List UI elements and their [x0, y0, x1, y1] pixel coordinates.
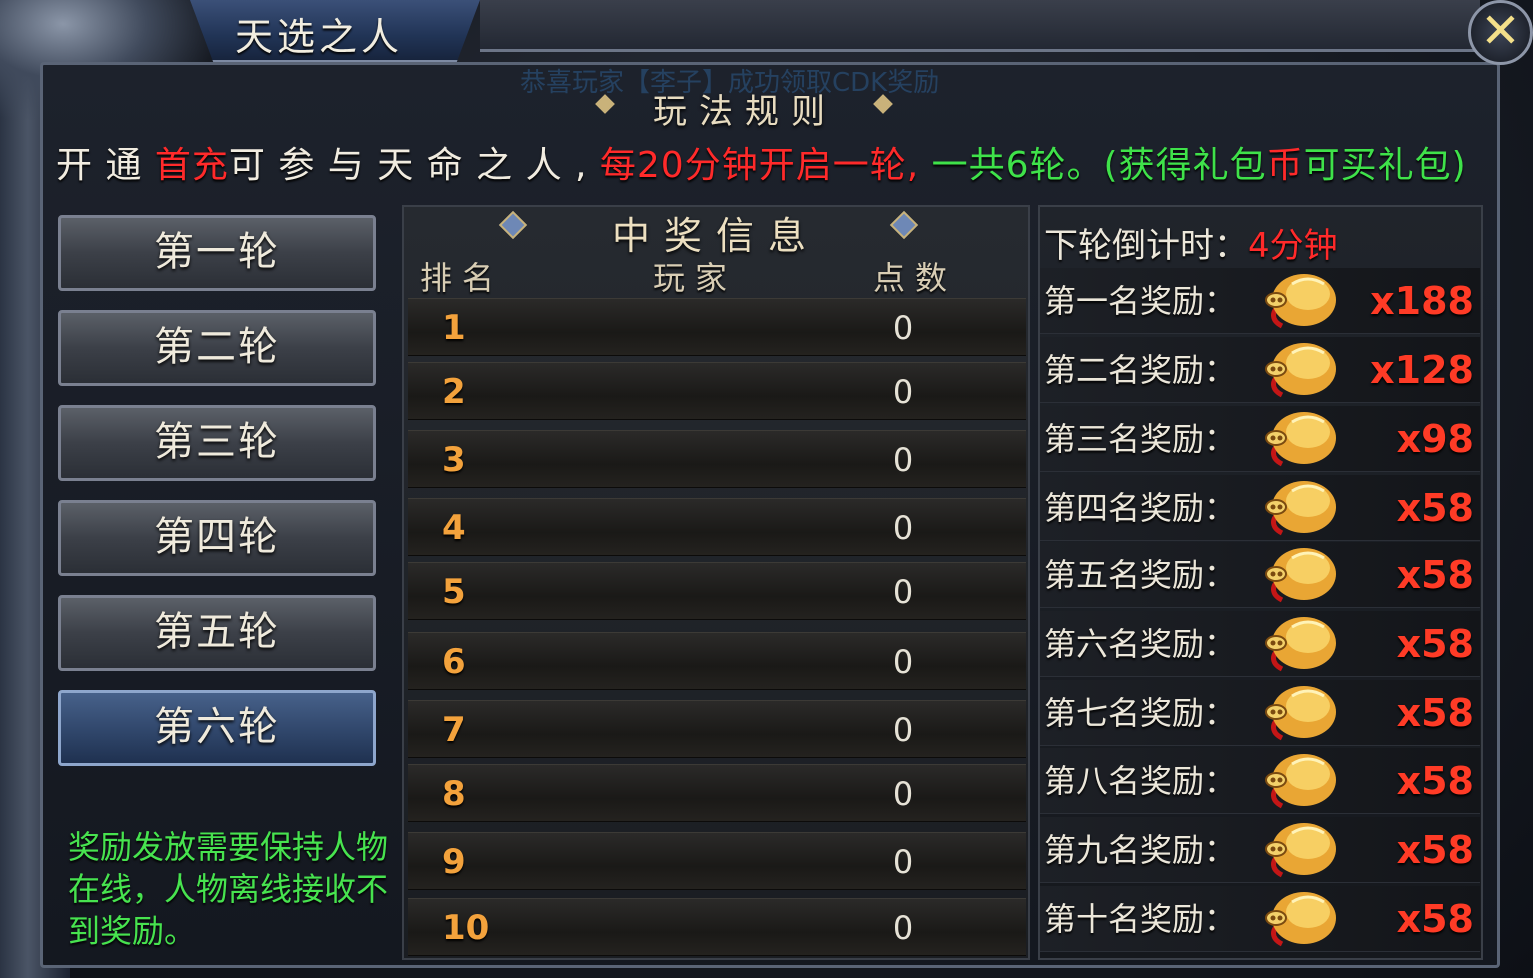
reward-quantity: x58: [1396, 691, 1474, 735]
reward-label: 第二名奖励：: [1044, 351, 1237, 389]
round-button-5[interactable]: 第五轮: [58, 595, 376, 671]
reward-label: 第七名奖励：: [1044, 694, 1237, 732]
winners-title: 中奖信息: [611, 214, 820, 258]
rules-text-segment: 开 通: [56, 145, 155, 186]
table-row: 40: [408, 498, 1026, 556]
round-button-2[interactable]: 第二轮: [58, 310, 376, 386]
reward-row: 第二名奖励： x128: [1040, 337, 1480, 403]
round-button-3[interactable]: 第三轮: [58, 405, 376, 481]
reward-quantity: x58: [1396, 759, 1474, 803]
points-cell: 0: [892, 775, 914, 813]
points-cell: 0: [892, 509, 914, 547]
round-button-6[interactable]: 第六轮: [58, 690, 376, 766]
points-cell: 0: [892, 643, 914, 681]
points-cell: 0: [892, 573, 914, 611]
table-row: 10 0: [408, 898, 1026, 956]
rank-cell: 9: [442, 842, 466, 882]
rules-text-segment: 可买礼包): [1303, 145, 1467, 186]
rank-cell: 6: [442, 642, 466, 682]
reward-note: 奖励发放需要保持人物在线，人物离线接收不到奖励。: [68, 828, 389, 950]
rank-cell: 5: [442, 572, 466, 612]
gold-pouch-icon[interactable]: [1252, 408, 1344, 470]
reward-row: 第三名奖励： x98: [1040, 406, 1480, 472]
reward-row: 第八名奖励： x58: [1040, 748, 1480, 814]
rank-cell: 4: [442, 508, 466, 548]
rank-cell: 1: [442, 308, 466, 348]
table-row: 50: [408, 562, 1026, 620]
table-row: 30: [408, 430, 1026, 488]
reward-label: 第一名奖励：: [1044, 282, 1237, 320]
rules-text-segment: 币: [1266, 145, 1304, 186]
reward-row: 第九名奖励： x58: [1040, 817, 1480, 883]
reward-label: 第六名奖励：: [1044, 625, 1237, 663]
points-cell: 0: [892, 373, 914, 411]
reward-quantity: x58: [1396, 486, 1474, 530]
gold-pouch-icon[interactable]: [1252, 544, 1344, 606]
table-row: 20: [408, 362, 1026, 420]
gold-pouch-icon[interactable]: [1252, 682, 1344, 744]
table-row: 10: [408, 298, 1026, 356]
reward-quantity: x58: [1396, 553, 1474, 597]
close-button[interactable]: ✕: [1468, 0, 1533, 65]
countdown: 下轮倒计时：4分钟: [1044, 218, 1338, 267]
reward-label: 第五名奖励：: [1044, 556, 1237, 594]
points-cell: 0: [892, 843, 914, 881]
table-row: 90: [408, 832, 1026, 890]
column-header-rank: 排名: [420, 259, 505, 297]
countdown-value: 4分钟: [1248, 226, 1338, 266]
rules-text-segment: 每20分钟开启一轮,: [599, 145, 920, 186]
reward-quantity: x58: [1396, 622, 1474, 666]
reward-label: 第十名奖励：: [1044, 900, 1237, 938]
rules-description: 开 通 首充可 参 与 天 命 之 人 , 每20分钟开启一轮, 一共6轮。(获…: [56, 136, 1467, 188]
gold-pouch-icon[interactable]: [1252, 613, 1344, 675]
table-row: 80: [408, 764, 1026, 822]
gold-pouch-icon[interactable]: [1252, 477, 1344, 539]
reward-row: 第五名奖励： x58: [1040, 542, 1480, 608]
rules-text-segment: 一共6轮。(获得礼包: [919, 145, 1267, 186]
column-header-player: 玩家: [653, 259, 738, 297]
window-title: 天选之人: [235, 15, 404, 59]
reward-label: 第四名奖励：: [1044, 489, 1237, 527]
round-button-1[interactable]: 第一轮: [58, 215, 376, 291]
rank-cell: 7: [442, 710, 466, 750]
reward-row: 第十名奖励： x58: [1040, 886, 1480, 952]
rank-cell: 2: [442, 372, 466, 412]
reward-quantity: x128: [1370, 348, 1474, 392]
round-button-4[interactable]: 第四轮: [58, 500, 376, 576]
rules-text-segment: 首充: [154, 145, 229, 186]
points-cell: 0: [892, 441, 914, 479]
reward-row: 第一名奖励： x188: [1040, 268, 1480, 334]
reward-label: 第九名奖励：: [1044, 831, 1237, 869]
gold-pouch-icon[interactable]: [1252, 888, 1344, 950]
reward-label: 第三名奖励：: [1044, 420, 1237, 458]
table-row: 60: [408, 632, 1026, 690]
reward-row: 第四名奖励： x58: [1040, 475, 1480, 541]
reward-quantity: x58: [1396, 897, 1474, 941]
reward-quantity: x188: [1370, 279, 1474, 323]
points-cell: 0: [892, 711, 914, 749]
reward-quantity: x98: [1396, 417, 1474, 461]
rank-cell: 3: [442, 440, 466, 480]
points-cell: 0: [892, 909, 914, 947]
rules-text-segment: 可 参 与 天 命 之 人 ,: [228, 145, 600, 186]
reward-row: 第六名奖励： x58: [1040, 611, 1480, 677]
countdown-label: 下轮倒计时：: [1044, 226, 1248, 266]
points-cell: 0: [892, 309, 914, 347]
rank-cell: 10: [442, 908, 490, 948]
table-row: 70: [408, 700, 1026, 758]
reward-row: 第七名奖励： x58: [1040, 680, 1480, 746]
gold-pouch-icon[interactable]: [1252, 750, 1344, 812]
top-rim-decoration: [480, 0, 1480, 52]
gold-pouch-icon[interactable]: [1252, 819, 1344, 881]
rules-title: 玩法规则: [653, 92, 837, 132]
gold-pouch-icon[interactable]: [1252, 339, 1344, 401]
column-header-points: 点数: [873, 259, 958, 297]
reward-quantity: x58: [1396, 828, 1474, 872]
rank-cell: 8: [442, 774, 466, 814]
gold-pouch-icon[interactable]: [1252, 270, 1344, 332]
reward-label: 第八名奖励：: [1044, 762, 1237, 800]
